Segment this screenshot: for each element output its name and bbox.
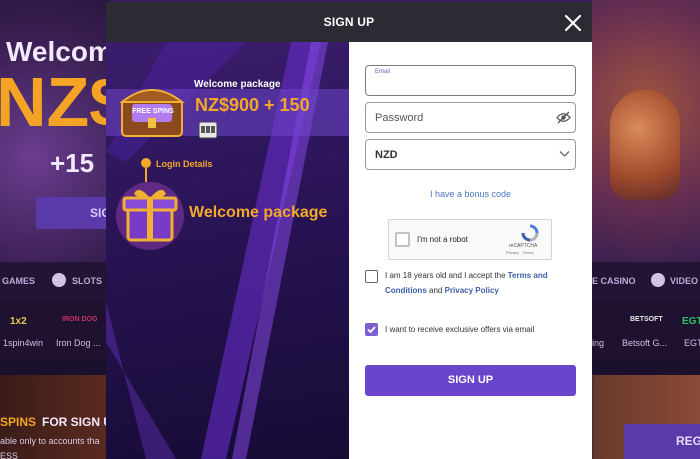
welcome-package-label: Welcome package: [194, 79, 281, 90]
signup-modal: SIGN UP FREE SPINS Welcome package NZ$90…: [106, 2, 592, 459]
provider-egt[interactable]: EGT: [684, 338, 700, 348]
terms-text: I am 18 years old and I accept the Terms…: [385, 268, 575, 298]
provider-logo-1x2: 1x2: [10, 316, 27, 327]
email-label: Email: [375, 69, 391, 75]
provider-logo-betsoft: BETSOFT: [630, 316, 663, 323]
welcome-package-amount: NZ$900 + 150: [195, 95, 310, 115]
video-poker-icon: [651, 273, 665, 287]
terms-prefix: I am 18 years old and I accept the: [385, 271, 506, 280]
recaptcha-widget: I'm not a robot reCAPTCHA Privacy - Term…: [388, 219, 552, 260]
promo-title-highlight: SPINS: [0, 415, 37, 429]
nav-video-poker[interactable]: VIDEO P: [670, 276, 700, 286]
promo-title: SPINS FOR SIGN U: [0, 415, 112, 429]
signup-submit-button[interactable]: SIGN UP: [365, 365, 576, 396]
register-button[interactable]: REG: [624, 424, 700, 459]
promo-title-rest: FOR SIGN U: [42, 415, 113, 429]
astronaut-illustration: [610, 90, 680, 200]
promo-subtitle: able only to accounts tha: [0, 436, 100, 446]
provider-partial[interactable]: ing: [592, 338, 604, 348]
provider-1spin4win[interactable]: 1spin4win: [3, 338, 43, 348]
modal-header: SIGN UP: [106, 2, 592, 42]
password-field[interactable]: Password: [365, 102, 576, 133]
provider-logo-egt: EGT: [682, 316, 700, 327]
step-indicator: [141, 158, 151, 168]
signup-form: Email Password NZD I have a bonus code I…: [349, 42, 592, 459]
hero-spins: +15: [50, 148, 95, 178]
recaptcha-brand: reCAPTCHA: [509, 243, 538, 249]
currency-value: NZD: [375, 149, 398, 161]
welcome-package-title: Welcome package: [189, 204, 328, 221]
password-placeholder: Password: [375, 112, 424, 124]
promo-panel: FREE SPINS Welcome package NZ$900 + 150 …: [106, 42, 349, 459]
privacy-link[interactable]: Privacy Policy: [445, 286, 499, 295]
slots-icon: [52, 273, 66, 287]
close-icon[interactable]: [562, 12, 584, 34]
recaptcha-logo-icon: [521, 224, 539, 242]
promo-subtitle-2: ESS: [0, 451, 19, 459]
recaptcha-links[interactable]: Privacy - Terms: [506, 250, 533, 255]
provider-irondog[interactable]: Iron Dog ...: [56, 338, 101, 348]
modal-title: SIGN UP: [323, 15, 375, 29]
terms-checkbox[interactable]: [365, 270, 378, 283]
hero-signup-button[interactable]: SIG: [36, 197, 110, 229]
chest-label: FREE SPINS: [132, 108, 174, 115]
chevron-down-icon: [559, 151, 570, 157]
register-label: REG: [676, 434, 700, 448]
nav-slots[interactable]: SLOTS: [72, 276, 102, 286]
recaptcha-text: I'm not a robot: [417, 235, 468, 244]
eye-slash-icon[interactable]: [556, 111, 571, 124]
nav-live-casino[interactable]: E CASINO: [592, 276, 636, 286]
slot-machine-icon: [198, 121, 218, 139]
bonus-code-link[interactable]: I have a bonus code: [349, 189, 592, 199]
nav-games[interactable]: GAMES: [2, 276, 35, 286]
provider-betsoft[interactable]: Betsoft G...: [622, 338, 667, 348]
offers-label: I want to receive exclusive offers via e…: [385, 325, 535, 334]
provider-logo-irondog: IRON DOG: [62, 316, 98, 323]
email-field[interactable]: Email: [365, 65, 576, 96]
recaptcha-checkbox[interactable]: [395, 232, 410, 247]
terms-and: and: [429, 286, 443, 295]
check-icon: [367, 326, 376, 334]
offers-checkbox[interactable]: [365, 323, 378, 336]
step-label: Login Details: [156, 159, 213, 169]
currency-select[interactable]: NZD: [365, 139, 576, 170]
gift-icon: [116, 182, 184, 250]
